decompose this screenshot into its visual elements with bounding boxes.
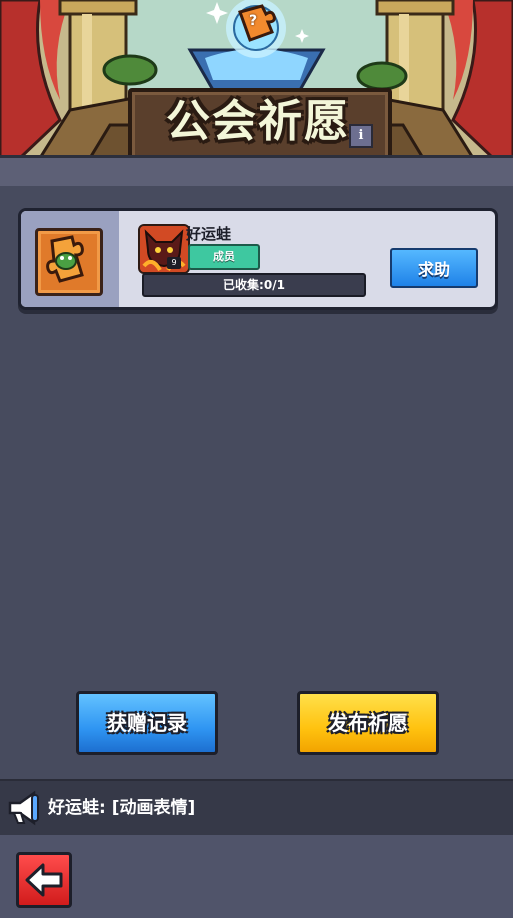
publish-wish-button[interactable]: 发布祈愿 bbox=[297, 691, 439, 755]
info-button[interactable]: i bbox=[349, 124, 373, 148]
collection-progress-bar: 已收集:0/1 bbox=[142, 273, 366, 297]
megaphone-icon bbox=[8, 790, 39, 826]
wish-card: 9 好运蛙 成员 已收集:0/1 求助 bbox=[18, 208, 498, 310]
wish-item-tile[interactable] bbox=[35, 228, 103, 296]
back-button[interactable] bbox=[16, 852, 72, 908]
puzzle-piece-icon bbox=[46, 235, 84, 283]
player-level-badge: 9 bbox=[167, 257, 181, 269]
footer-bar bbox=[0, 835, 513, 918]
header-divider bbox=[0, 155, 513, 186]
player-avatar[interactable] bbox=[138, 224, 190, 274]
page-title: 公会祈愿 bbox=[166, 96, 350, 147]
player-name: 好运蛙 bbox=[186, 225, 232, 243]
back-arrow-icon bbox=[25, 863, 63, 897]
header-banner: ? 公会祈愿 i bbox=[0, 0, 513, 158]
chat-message-bar[interactable]: 好运蛙: [动画表情] bbox=[0, 779, 513, 837]
role-badge: 成员 bbox=[188, 244, 260, 270]
progress-label: 已收集:0/1 bbox=[223, 278, 285, 292]
help-button[interactable]: 求助 bbox=[390, 248, 478, 288]
gift-record-button[interactable]: 获赠记录 bbox=[76, 691, 218, 755]
question-mark-label: ? bbox=[249, 13, 258, 29]
chat-message-text: 好运蛙: [动画表情] bbox=[48, 798, 196, 818]
